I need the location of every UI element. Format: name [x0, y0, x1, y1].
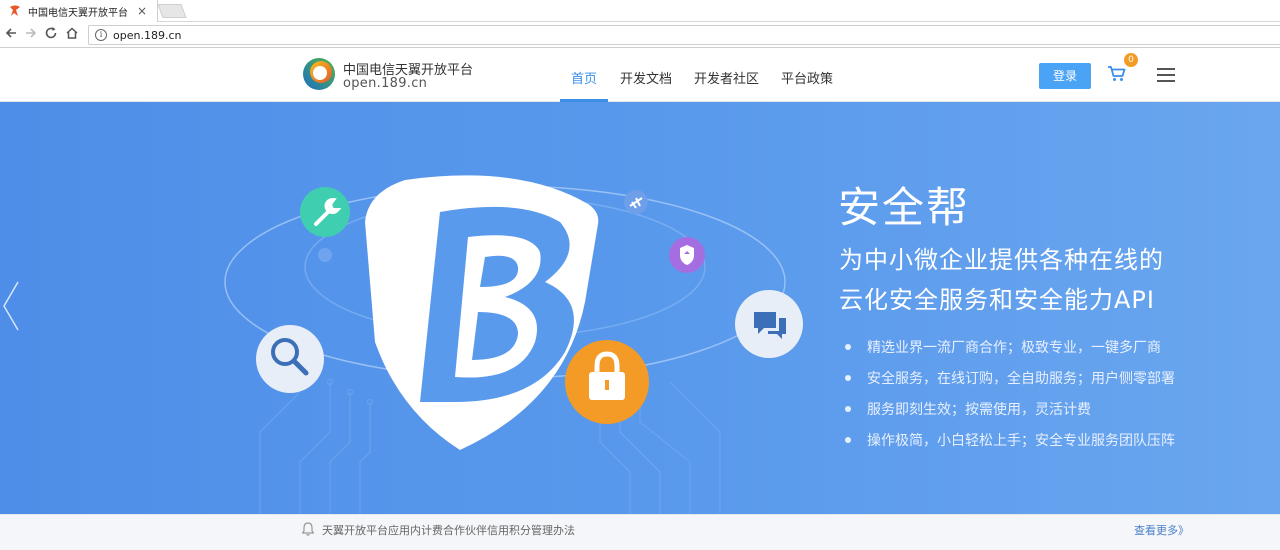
bell-icon [302, 522, 314, 536]
home-icon[interactable] [63, 26, 81, 44]
login-button[interactable]: 登录 [1039, 63, 1091, 89]
notice-bar: 天翼开放平台应用内计费合作伙伴信用积分管理办法 查看更多》 [0, 514, 1280, 550]
menu-icon[interactable] [1157, 68, 1175, 82]
more-link[interactable]: 查看更多》 [1134, 522, 1189, 538]
plane-icon [624, 190, 648, 214]
forward-icon[interactable] [22, 26, 40, 44]
reload-icon[interactable] [42, 26, 60, 44]
search-icon [256, 325, 324, 393]
info-icon[interactable]: i [95, 29, 107, 41]
feature-item: 操作极简，小白轻松上手；安全专业服务团队压阵 [845, 424, 1175, 455]
hero-illustration [224, 175, 803, 514]
browser-tab[interactable]: 中国电信天翼开放平台 × [0, 0, 158, 22]
nav-community[interactable]: 开发者社区 [694, 68, 759, 87]
feature-item: 安全服务，在线订购，全自助服务；用户侧零部署 [845, 362, 1175, 393]
lock-icon [565, 340, 649, 424]
feature-item: 精选业界一流厂商合作；极致专业，一键多厂商 [845, 331, 1175, 362]
hero-subtitle-line1: 为中小微企业提供各种在线的 [839, 246, 1164, 274]
hero-banner[interactable]: 安全帮 为中小微企业提供各种在线的 云化安全服务和安全能力API 精选业界一流厂… [0, 102, 1280, 514]
back-icon[interactable] [2, 26, 20, 44]
brand-domain: open.189.cn [343, 76, 428, 91]
chat-icon [735, 290, 803, 358]
address-bar[interactable]: i open.189.cn [88, 25, 1280, 45]
nav-docs[interactable]: 开发文档 [620, 68, 672, 87]
site-header: 中国电信天翼开放平台 open.189.cn 首页 开发文档 开发者社区 平台政… [0, 49, 1280, 102]
browser-tabstrip: 中国电信天翼开放平台 × [0, 0, 1280, 22]
wrench-icon [300, 187, 350, 237]
close-tab-icon[interactable]: × [137, 4, 147, 18]
cart-icon[interactable] [1107, 64, 1127, 84]
shield-icon [669, 237, 705, 273]
nav-policy[interactable]: 平台政策 [781, 68, 833, 87]
tab-title: 中国电信天翼开放平台 [28, 7, 128, 19]
notice-link[interactable]: 天翼开放平台应用内计费合作伙伴信用积分管理办法 [322, 522, 575, 538]
feature-item: 服务即刻生效；按需使用，灵活计费 [845, 393, 1175, 424]
new-tab-button[interactable] [157, 4, 187, 18]
feature-list: 精选业界一流厂商合作；极致专业，一键多厂商 安全服务，在线订购，全自助服务；用户… [845, 331, 1175, 455]
nav-home[interactable]: 首页 [571, 68, 597, 87]
chevron-left-icon[interactable] [0, 280, 22, 332]
logo[interactable] [301, 56, 337, 92]
hero-title: 安全帮 [838, 183, 971, 232]
hero-subtitle-line2: 云化安全服务和安全能力API [839, 286, 1155, 314]
browser-toolbar: i open.189.cn [0, 22, 1280, 48]
url-text: open.189.cn [113, 28, 182, 42]
favicon-icon [10, 5, 20, 16]
cart-count-badge: 0 [1124, 53, 1138, 67]
